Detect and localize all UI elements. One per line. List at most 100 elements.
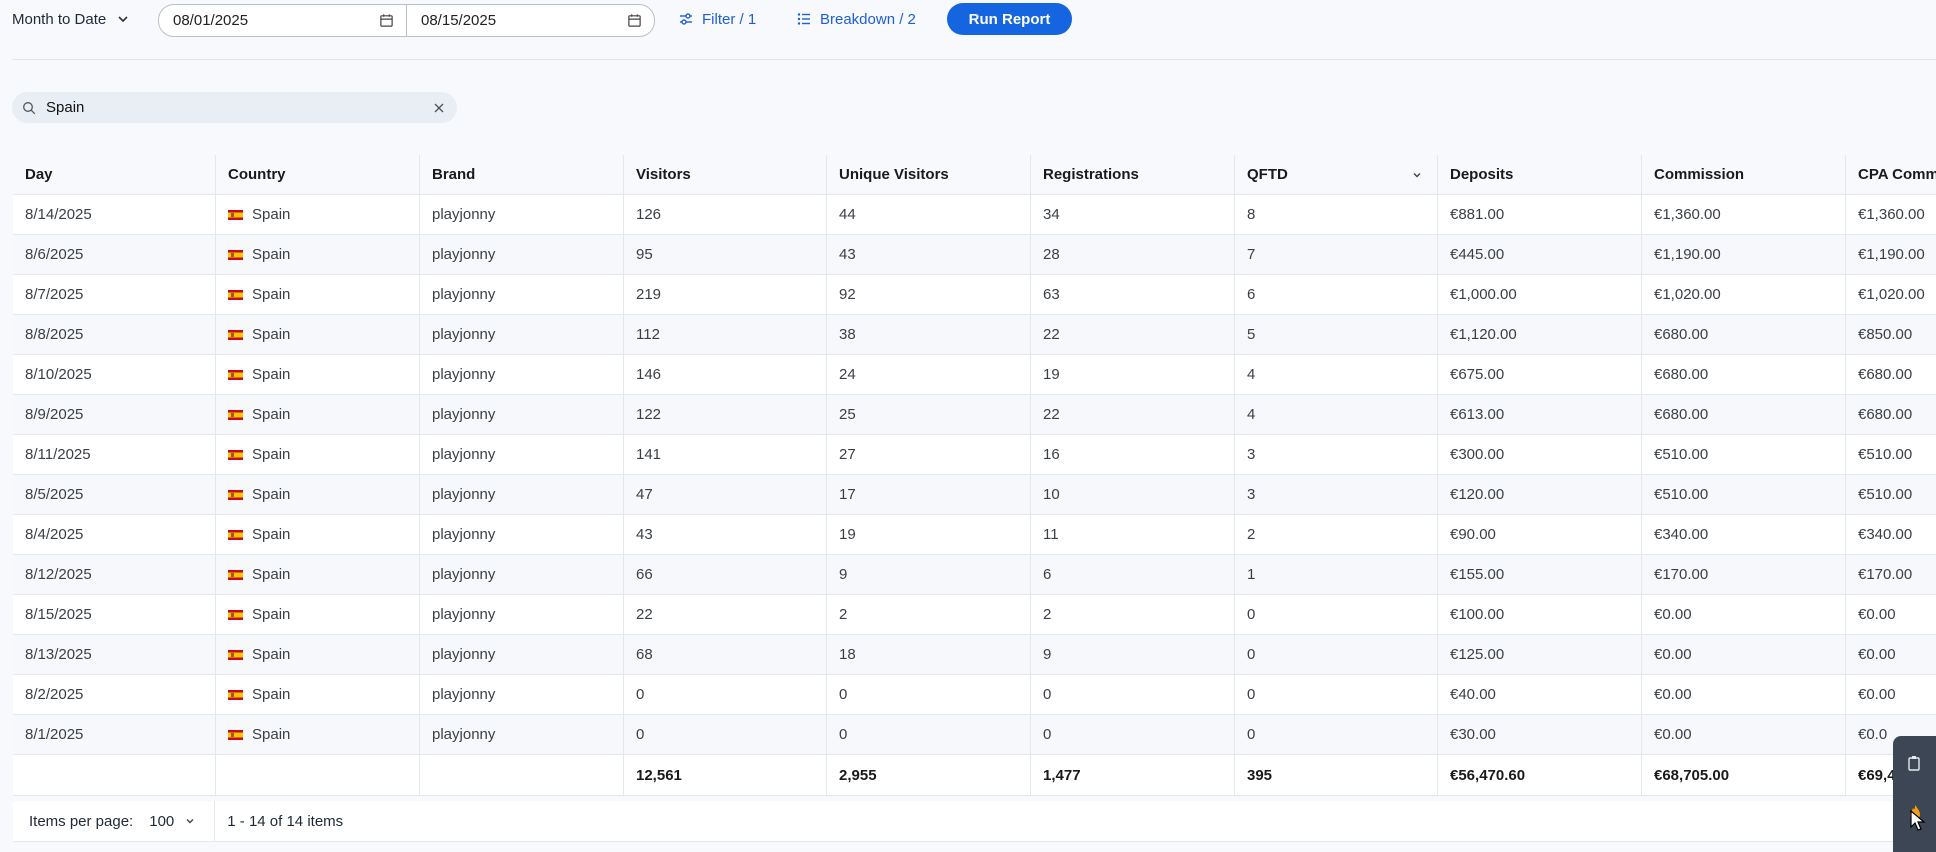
- cell-registrations: 16: [1031, 435, 1235, 474]
- calendar-icon[interactable]: [379, 13, 394, 28]
- column-header-cpa-commission[interactable]: CPA Commi: [1846, 155, 1936, 194]
- date-to-field[interactable]: 08/15/2025: [406, 5, 654, 36]
- cell-visitors: 126: [624, 195, 827, 234]
- cell-text: 126: [636, 206, 662, 223]
- filter-label: Filter / 1: [702, 10, 757, 28]
- cell-text: playjonny: [432, 606, 496, 623]
- column-header-deposits[interactable]: Deposits: [1438, 155, 1642, 194]
- cell-qftd: 4: [1235, 395, 1438, 434]
- date-from-field[interactable]: 08/01/2025: [159, 5, 406, 36]
- cell-brand: playjonny: [420, 555, 624, 594]
- cell-text: Spain: [252, 686, 291, 703]
- items-per-page-label: Items per page:: [29, 812, 134, 830]
- cell-deposits: €445.00: [1438, 235, 1642, 274]
- cell-qftd: 2: [1235, 515, 1438, 554]
- table-row[interactable]: 8/10/2025 Spain playjonny 146 24 19 4 €675.00 €6…: [13, 355, 1936, 395]
- table-row[interactable]: 8/8/2025 Spain playjonny 112 38 22 5 €1,120.00 €…: [13, 315, 1936, 355]
- calendar-icon[interactable]: [627, 13, 642, 28]
- cell-text: 0: [1247, 686, 1256, 703]
- table-row[interactable]: 8/9/2025 Spain playjonny 122 25 22 4 €613.00 €68…: [13, 395, 1936, 435]
- spain-flag-icon: [228, 209, 243, 220]
- cell-text: Spain: [252, 446, 291, 463]
- spain-flag-icon: [228, 649, 243, 660]
- cell-country: Spain: [216, 275, 420, 314]
- cell-day: 8/13/2025: [13, 635, 216, 674]
- cell-deposits: €1,000.00: [1438, 275, 1642, 314]
- cell-text: 24: [839, 366, 856, 383]
- report-toolbar: Month to Date 08/01/2025 08/15/2025 Filt…: [0, 0, 1936, 40]
- cell-text: playjonny: [432, 286, 496, 303]
- cell-commission: €680.00: [1642, 355, 1846, 394]
- cell-text: 0: [636, 686, 645, 703]
- cell-registrations: 22: [1031, 315, 1235, 354]
- period-select[interactable]: Month to Date: [12, 8, 130, 30]
- spain-flag-icon: [228, 729, 243, 740]
- table-row[interactable]: 8/14/2025 Spain playjonny 126 44 34 8 €881.00 €1…: [13, 195, 1936, 235]
- cell-cpa-commission: €1,190.00: [1846, 235, 1936, 274]
- cell-qftd: 3: [1235, 435, 1438, 474]
- cell-registrations: 11: [1031, 515, 1235, 554]
- spain-flag-icon: [228, 409, 243, 420]
- table-row[interactable]: 8/1/2025 Spain playjonny 0 0 0 0 €30.00 €0.00 €0.…: [13, 715, 1936, 755]
- breakdown-button[interactable]: Breakdown / 2: [796, 8, 916, 30]
- cell-text: €30.00: [1450, 726, 1496, 743]
- cell-unique-visitors: 38: [827, 315, 1031, 354]
- column-header-registrations[interactable]: Registrations: [1031, 155, 1235, 194]
- items-per-page-select[interactable]: 100: [149, 813, 196, 830]
- mouse-cursor-icon: [1910, 810, 1926, 831]
- filter-button[interactable]: Filter / 1: [678, 8, 756, 30]
- column-header-country[interactable]: Country: [216, 155, 420, 194]
- cell-text: 38: [839, 326, 856, 343]
- cell-text: €155.00: [1450, 566, 1505, 583]
- cell-text: Spain: [252, 406, 291, 423]
- cell-cpa-commission: €0.00: [1846, 635, 1936, 674]
- table-row[interactable]: 8/13/2025 Spain playjonny 68 18 9 0 €125.00 €0.0…: [13, 635, 1936, 675]
- search-input[interactable]: Spain: [46, 99, 433, 116]
- table-row[interactable]: 8/2/2025 Spain playjonny 0 0 0 0 €40.00 €0.00 €0.…: [13, 675, 1936, 715]
- column-header-visitors[interactable]: Visitors: [624, 155, 827, 194]
- cell-text: €0.00: [1858, 606, 1896, 623]
- column-header-unique-visitors[interactable]: Unique Visitors: [827, 155, 1031, 194]
- table-body: 8/14/2025 Spain playjonny 126 44 34 8 €881.00 €1…: [13, 195, 1936, 755]
- cell-qftd: 0: [1235, 675, 1438, 714]
- column-header-commission[interactable]: Commission: [1642, 155, 1846, 194]
- cell-text: playjonny: [432, 446, 496, 463]
- table-row[interactable]: 8/5/2025 Spain playjonny 47 17 10 3 €120.00 €510…: [13, 475, 1936, 515]
- close-icon[interactable]: [433, 102, 445, 114]
- cell-text: 22: [636, 606, 653, 623]
- chevron-down-icon[interactable]: [1411, 169, 1423, 181]
- cell-text: 146: [636, 366, 662, 383]
- cell-qftd: 4: [1235, 355, 1438, 394]
- cell-text: 4: [1247, 406, 1256, 423]
- run-report-button[interactable]: Run Report: [947, 3, 1072, 35]
- cell-text: 6: [1043, 566, 1052, 583]
- table-row[interactable]: 8/7/2025 Spain playjonny 219 92 63 6 €1,000.00 €…: [13, 275, 1936, 315]
- table-row[interactable]: 8/15/2025 Spain playjonny 22 2 2 0 €100.00 €0.00…: [13, 595, 1936, 635]
- cell-country: Spain: [216, 555, 420, 594]
- table-row[interactable]: 8/4/2025 Spain playjonny 43 19 11 2 €90.00 €340.…: [13, 515, 1936, 555]
- cell-deposits: €120.00: [1438, 475, 1642, 514]
- search-icon: [23, 101, 36, 114]
- cell-text: €881.00: [1450, 206, 1505, 223]
- cell-commission: €1,190.00: [1642, 235, 1846, 274]
- cell-text: €170.00: [1858, 566, 1913, 583]
- column-header-day[interactable]: Day: [13, 155, 216, 194]
- cell-deposits: €155.00: [1438, 555, 1642, 594]
- cell-text: 8/14/2025: [25, 206, 92, 223]
- table-row[interactable]: 8/12/2025 Spain playjonny 66 9 6 1 €155.00 €170.…: [13, 555, 1936, 595]
- search-box[interactable]: Spain: [12, 92, 457, 123]
- cell-text: 0: [839, 686, 848, 703]
- cell-text: 0: [1247, 606, 1256, 623]
- pagination-bar: Items per page: 100 1 - 14 of 14 items: [13, 801, 1923, 842]
- cell-text: €1,190.00: [1654, 246, 1721, 263]
- table-row[interactable]: 8/6/2025 Spain playjonny 95 43 28 7 €445.00 €1,1…: [13, 235, 1936, 275]
- cell-text: Spain: [252, 246, 291, 263]
- cell-registrations: 19: [1031, 355, 1235, 394]
- column-header-qftd[interactable]: QFTD: [1235, 155, 1438, 194]
- cell-country: Spain: [216, 715, 420, 754]
- clipboard-icon[interactable]: [1906, 754, 1922, 772]
- cell-brand: playjonny: [420, 475, 624, 514]
- table-row[interactable]: 8/11/2025 Spain playjonny 141 27 16 3 €300.00 €5…: [13, 435, 1936, 475]
- column-header-brand[interactable]: Brand: [420, 155, 624, 194]
- cell-commission: €340.00: [1642, 515, 1846, 554]
